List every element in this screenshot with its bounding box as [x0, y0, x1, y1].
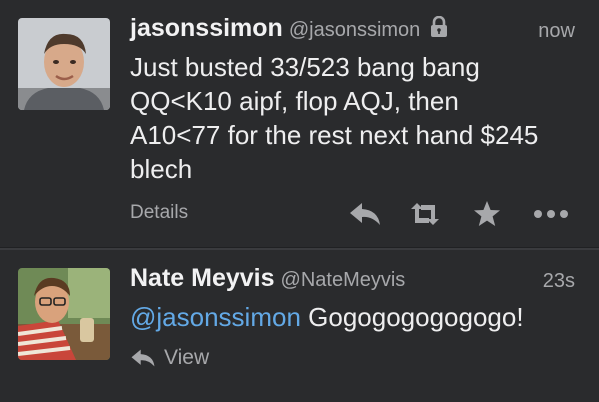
favorite-button[interactable] — [467, 198, 507, 230]
tweet-text: @jasonssimon Gogogogogogogo! — [130, 300, 569, 334]
timeline: jasonssimon @jasonssimon now Just busted … — [0, 0, 599, 402]
screen-name[interactable]: @jasonssimon — [289, 19, 420, 41]
tweet-text-line: blech — [130, 154, 193, 184]
reply-button[interactable] — [345, 198, 385, 230]
tweet-text: Just busted 33/523 bang bang QQ<K10 aipf… — [130, 50, 569, 186]
more-button[interactable] — [531, 198, 571, 230]
tweet-header: Nate Meyvis @NateMeyvis 23s — [130, 264, 575, 298]
view-label: View — [164, 346, 210, 369]
screen-name[interactable]: @NateMeyvis — [281, 269, 406, 291]
reply-icon — [350, 203, 380, 225]
favorite-icon — [474, 201, 500, 226]
avatar-photo — [18, 18, 110, 110]
mention-link[interactable]: @jasonssimon — [130, 302, 301, 332]
details-link[interactable]: Details — [130, 202, 188, 224]
more-icon — [534, 210, 568, 218]
tweet[interactable]: jasonssimon @jasonssimon now Just busted … — [0, 0, 599, 248]
avatar[interactable] — [18, 268, 110, 360]
display-name[interactable]: jasonssimon — [130, 14, 283, 42]
retweet-button[interactable] — [405, 198, 445, 230]
tweet[interactable]: Nate Meyvis @NateMeyvis 23s @jasonssimon … — [0, 250, 599, 402]
view-link[interactable]: View — [130, 346, 209, 370]
tweet-text-line: Just busted 33/523 bang bang — [130, 52, 480, 82]
timestamp[interactable]: 23s — [543, 270, 575, 293]
tweet-header: jasonssimon @jasonssimon now — [130, 14, 575, 48]
tweet-text-line: A10<77 for the rest next hand $245 — [130, 120, 539, 150]
tweet-actions — [345, 198, 575, 230]
tweet-text-line: QQ<K10 aipf, flop AQJ, then — [130, 86, 459, 116]
avatar[interactable] — [18, 18, 110, 110]
lock-icon — [430, 15, 448, 43]
avatar-photo — [18, 268, 110, 360]
display-name[interactable]: Nate Meyvis — [130, 264, 275, 292]
tweet-text-rest: Gogogogogogogo! — [300, 302, 524, 332]
retweet-icon — [411, 203, 439, 225]
reply-icon — [131, 349, 155, 367]
timestamp[interactable]: now — [538, 20, 575, 43]
